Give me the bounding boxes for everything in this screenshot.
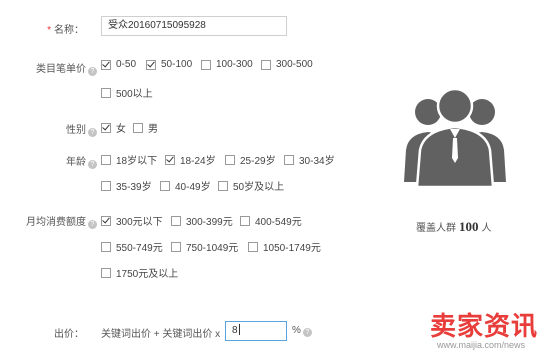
checkbox[interactable] <box>261 59 271 70</box>
category-price-option[interactable]: 100-300 <box>201 59 253 70</box>
watermark-url: www.maijia.com/news <box>437 340 526 350</box>
monthly-spend-option[interactable]: 1050-1749元 <box>248 239 321 254</box>
help-icon[interactable]: ? <box>88 220 97 229</box>
gender-label: 性别? <box>0 121 97 137</box>
gender-label-text: 性别 <box>66 125 86 136</box>
checkbox[interactable] <box>133 122 143 133</box>
age-option[interactable]: 50岁及以上 <box>218 178 284 193</box>
checkbox[interactable] <box>101 122 111 133</box>
monthly-spend-option[interactable]: 300-399元 <box>171 213 233 228</box>
checkbox[interactable] <box>171 215 181 226</box>
age-option[interactable]: 25-29岁 <box>225 152 276 167</box>
checkbox[interactable] <box>101 180 111 191</box>
required-mark: * <box>47 25 51 36</box>
bid-label-text: 出价： <box>54 329 84 340</box>
option-label: 300-500 <box>276 59 313 70</box>
option-label: 1050-1749元 <box>263 243 321 254</box>
option-label: 35-39岁 <box>116 182 152 193</box>
checkbox[interactable] <box>201 59 211 70</box>
help-icon[interactable]: ? <box>88 67 97 76</box>
option-label: 40-49岁 <box>175 182 211 193</box>
option-label: 女 <box>116 124 126 135</box>
bid-label: 出价： <box>0 325 84 340</box>
age-option[interactable]: 35-39岁 <box>101 178 152 193</box>
watermark-text: 卖家资讯 <box>430 312 539 342</box>
help-icon[interactable]: ? <box>88 128 97 137</box>
age-option[interactable]: 18岁以下 <box>101 152 157 167</box>
audience-suffix: 人 <box>481 223 492 234</box>
option-label: 30-34岁 <box>299 156 335 167</box>
bid-unit: %? <box>292 325 312 337</box>
age-option[interactable]: 40-49岁 <box>160 178 211 193</box>
option-label: 50岁及以上 <box>233 182 285 193</box>
category-price-option[interactable]: 0-50 <box>101 59 136 70</box>
checkbox[interactable] <box>101 241 111 252</box>
monthly-spend-label: 月均消费额度? <box>0 213 97 229</box>
checkbox[interactable] <box>101 59 111 70</box>
option-label: 18岁以下 <box>116 156 158 167</box>
gender-option[interactable]: 女 <box>101 120 126 135</box>
bid-unit-text: % <box>292 325 301 336</box>
checkbox[interactable] <box>248 241 258 252</box>
option-label: 300-399元 <box>186 217 233 228</box>
age-option[interactable]: 30-34岁 <box>284 152 335 167</box>
option-label: 500以上 <box>116 89 153 100</box>
option-label: 男 <box>148 124 158 135</box>
people-group-icon <box>404 87 506 187</box>
checkbox[interactable] <box>146 59 156 70</box>
checkbox[interactable] <box>160 180 170 191</box>
checkbox[interactable] <box>171 241 181 252</box>
help-icon[interactable]: ? <box>88 160 97 169</box>
checkbox[interactable] <box>284 154 294 165</box>
category-price-option[interactable]: 300-500 <box>261 59 313 70</box>
age-label-text: 年龄 <box>66 157 86 168</box>
monthly-spend-option[interactable]: 550-749元 <box>101 239 163 254</box>
option-label: 550-749元 <box>116 243 163 254</box>
checkbox[interactable] <box>101 215 111 226</box>
checkbox[interactable] <box>240 215 250 226</box>
option-label: 50-100 <box>161 59 193 70</box>
help-icon[interactable]: ? <box>302 328 312 337</box>
checkbox[interactable] <box>218 180 228 191</box>
name-label: * 名称： <box>0 21 84 36</box>
category-price-option[interactable]: 500以上 <box>101 85 153 100</box>
audience-prefix: 覆盖人群 <box>416 223 456 234</box>
audience-count: 100 <box>459 219 479 234</box>
checkbox[interactable] <box>101 267 111 278</box>
monthly-spend-option[interactable]: 400-549元 <box>240 213 302 228</box>
checkbox[interactable] <box>165 154 175 165</box>
option-label: 1750元及以上 <box>116 269 179 280</box>
option-label: 300元以下 <box>116 217 163 228</box>
bid-value: 8 <box>232 325 238 336</box>
monthly-spend-label-text: 月均消费额度 <box>26 217 86 228</box>
bid-percent-input[interactable]: 8 <box>225 321 287 341</box>
gender-option[interactable]: 男 <box>133 120 158 135</box>
name-label-text: 名称： <box>54 25 84 36</box>
checkbox[interactable] <box>225 154 235 165</box>
category-price-label-text: 类目笔单价 <box>36 64 86 75</box>
option-label: 100-300 <box>216 59 253 70</box>
checkbox[interactable] <box>101 154 111 165</box>
monthly-spend-option[interactable]: 300元以下 <box>101 213 163 228</box>
age-label: 年龄? <box>0 153 97 169</box>
monthly-spend-option[interactable]: 1750元及以上 <box>101 265 178 280</box>
option-label: 400-549元 <box>255 217 302 228</box>
name-input[interactable]: 受众20160715095928 <box>101 16 287 36</box>
category-price-label: 类目笔单价? <box>0 60 97 76</box>
checkbox[interactable] <box>101 87 111 98</box>
bid-formula: 关键词出价 + 关键词出价 x <box>101 329 221 340</box>
option-label: 25-29岁 <box>240 156 276 167</box>
category-price-option[interactable]: 50-100 <box>146 59 192 70</box>
option-label: 18-24岁 <box>180 156 216 167</box>
age-option[interactable]: 18-24岁 <box>165 152 216 167</box>
option-label: 0-50 <box>116 59 137 70</box>
option-label: 750-1049元 <box>186 243 239 254</box>
text-caret <box>238 324 240 335</box>
audience-coverage-label: 覆盖人群 100 人 <box>416 219 492 235</box>
monthly-spend-option[interactable]: 750-1049元 <box>171 239 238 254</box>
